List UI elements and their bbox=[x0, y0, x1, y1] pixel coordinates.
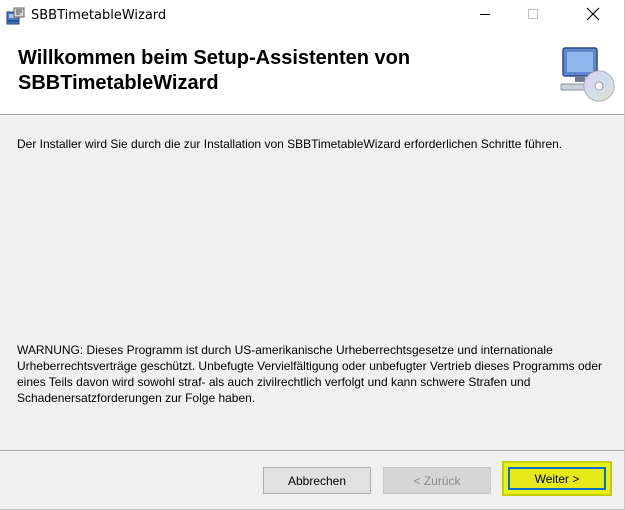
computer-disc-icon bbox=[557, 46, 617, 102]
close-button[interactable] bbox=[570, 0, 616, 31]
close-icon bbox=[586, 7, 600, 24]
window-title: SBBTimetableWizard bbox=[31, 8, 167, 23]
setup-wizard-window: SBBTimetableWizard Willkommen beim Setup… bbox=[0, 0, 625, 510]
title-bar[interactable]: SBBTimetableWizard bbox=[0, 0, 624, 31]
wizard-header: Willkommen beim Setup-Assistenten von SB… bbox=[0, 31, 624, 114]
installer-package-icon bbox=[6, 6, 26, 26]
next-button-highlight: Weiter > bbox=[502, 461, 612, 496]
back-button: < Zurück bbox=[383, 467, 491, 494]
next-button[interactable]: Weiter > bbox=[508, 467, 606, 490]
page-title: Willkommen beim Setup-Assistenten von SB… bbox=[18, 47, 411, 94]
footer-divider bbox=[0, 450, 624, 452]
intro-text: Der Installer wird Sie durch die zur Ins… bbox=[17, 137, 563, 151]
maximize-icon bbox=[527, 8, 539, 23]
maximize-button bbox=[510, 0, 556, 31]
header-divider bbox=[0, 114, 624, 116]
minimize-button[interactable] bbox=[462, 0, 508, 31]
minimize-icon bbox=[479, 8, 491, 23]
copyright-warning-text: WARNUNG: Dieses Programm ist durch US-am… bbox=[17, 343, 602, 405]
cancel-button[interactable]: Abbrechen bbox=[263, 467, 371, 494]
